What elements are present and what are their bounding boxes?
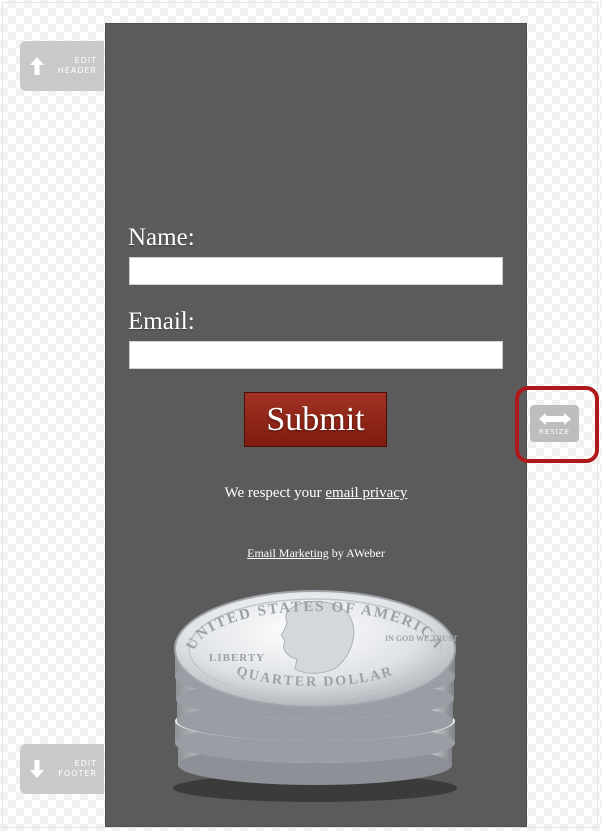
email-marketing-link[interactable]: Email Marketing (247, 546, 329, 560)
coin-liberty-text: LIBERTY (209, 652, 265, 664)
edit-header-label: EDIT HEADER (57, 56, 97, 75)
arrow-down-icon (28, 759, 46, 779)
submit-button[interactable]: Submit (244, 392, 387, 447)
edit-footer-label: EDIT FOOTER (58, 759, 97, 778)
email-privacy-link[interactable]: email privacy (325, 485, 407, 501)
horizontal-resize-icon (538, 412, 571, 425)
name-label: Name: (128, 224, 195, 251)
coin-motto-text: IN GOD WE TRUST (385, 634, 459, 643)
email-input[interactable] (129, 341, 503, 369)
aweber-credit: Email Marketing by AWeber (106, 546, 526, 561)
resize-button[interactable]: RESIZE (530, 405, 579, 442)
edit-header-button[interactable]: EDIT HEADER (20, 41, 104, 91)
email-label: Email: (128, 308, 195, 335)
edit-footer-button[interactable]: EDIT FOOTER (20, 744, 104, 794)
privacy-notice: We respect your email privacy (106, 485, 526, 502)
privacy-prefix: We respect your (224, 485, 322, 501)
resize-label: RESIZE (538, 427, 570, 436)
aweber-suffix: by AWeber (331, 546, 385, 560)
name-input[interactable] (129, 257, 503, 285)
coin-stack-image: UNITED STATES OF AMERICA LIBERTY IN GOD … (173, 590, 459, 802)
arrow-up-icon (28, 56, 46, 76)
